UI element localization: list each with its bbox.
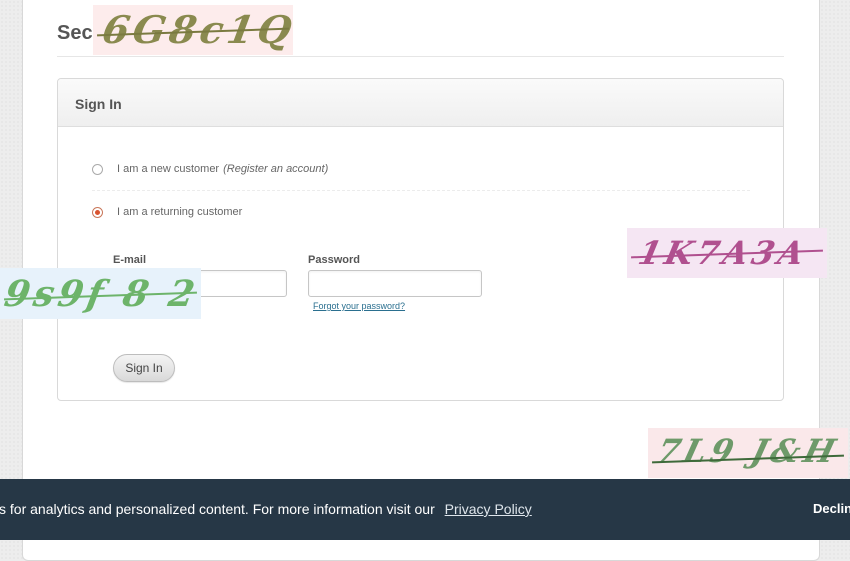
cookie-message: s for analytics and personalized content… [0, 501, 532, 517]
register-note: (Register an account) [223, 163, 329, 175]
privacy-policy-link[interactable]: Privacy Policy [445, 501, 532, 517]
password-label: Password [308, 254, 360, 266]
panel-header [58, 79, 783, 127]
page-title: Sec [57, 22, 93, 44]
new-customer-radio[interactable] [92, 163, 103, 175]
option-divider [92, 190, 750, 191]
decline-button[interactable]: Declin [813, 501, 850, 516]
password-field[interactable] [308, 270, 482, 297]
forgot-password-link[interactable]: Forgot your password? [313, 301, 405, 311]
returning-customer-option[interactable]: I am a returning customer [92, 206, 242, 218]
panel-title: Sign In [75, 96, 122, 112]
new-customer-option[interactable]: I am a new customer (Register an account… [92, 163, 328, 175]
new-customer-label: I am a new customer [117, 163, 220, 175]
cookie-text: s for analytics and personalized content… [0, 501, 435, 517]
captcha-overlay-1: 6G8c1Q [93, 5, 293, 55]
captcha-overlay-2: 1K7A3A [627, 228, 827, 278]
title-divider [57, 56, 784, 57]
email-label: E-mail [113, 254, 147, 266]
returning-customer-label: I am a returning customer [117, 206, 243, 218]
captcha-overlay-4: 7L9 J&H [648, 428, 848, 478]
sign-in-button[interactable]: Sign In [113, 354, 175, 382]
captcha-overlay-3: 9s9f 8 2 61 [0, 268, 201, 319]
captcha-text-4: 7L9 J&H [653, 432, 844, 470]
returning-customer-radio[interactable] [92, 206, 103, 218]
cookie-banner: s for analytics and personalized content… [0, 479, 850, 540]
